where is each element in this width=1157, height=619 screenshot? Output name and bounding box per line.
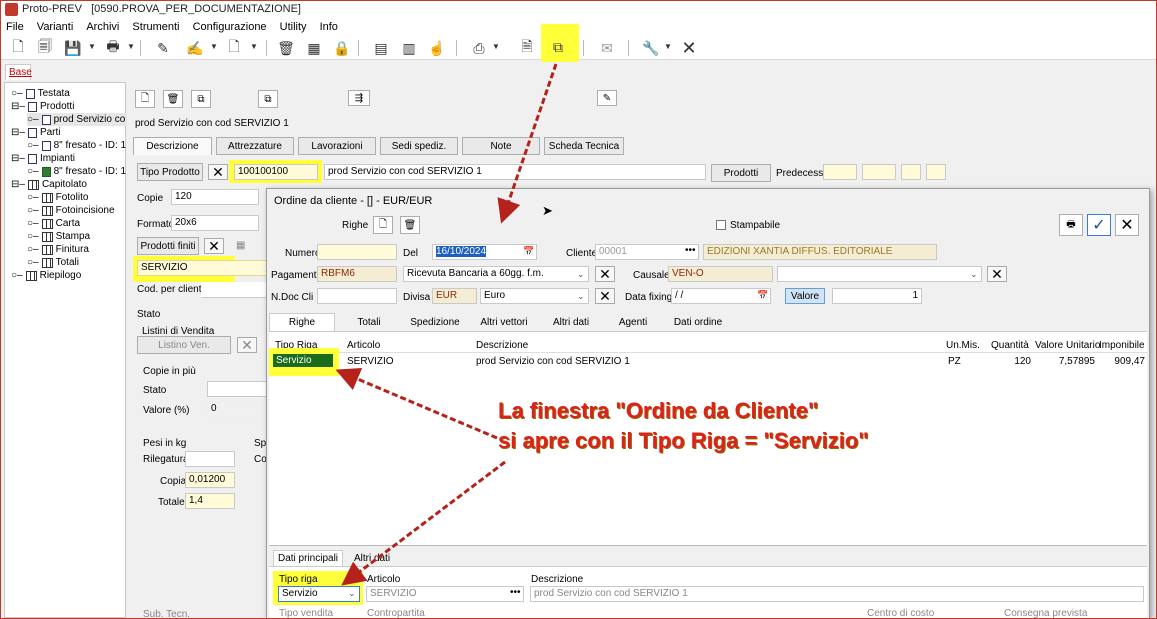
arrow-toolbar-to-dialog [497, 63, 558, 224]
annotation-arrows [335, 63, 558, 586]
arrow-text-to-row [335, 367, 498, 440]
arrow-text-to-tipo-riga [341, 460, 506, 586]
